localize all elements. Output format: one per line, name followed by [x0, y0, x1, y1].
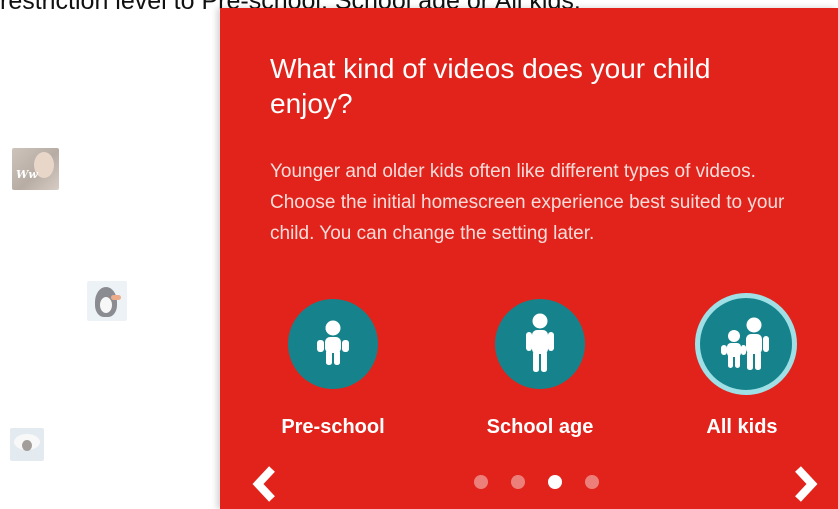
option-all-kids[interactable]: All kids: [663, 293, 833, 449]
pagination-dot[interactable]: [585, 475, 599, 489]
pagination-dots: [474, 475, 599, 489]
option-circle-selected: [695, 293, 797, 395]
background-video-thumbnail[interactable]: [10, 428, 44, 461]
pagination-dot-active[interactable]: [548, 475, 562, 489]
chevron-right-icon: [795, 466, 818, 502]
option-circle: [495, 299, 585, 389]
kids-group-icon: [721, 317, 769, 370]
card-description: Younger and older kids often like differ…: [270, 161, 785, 244]
background-video-thumbnail[interactable]: [87, 281, 127, 321]
sheep-head: [22, 440, 32, 451]
older-child-icon: [526, 313, 554, 372]
penguin-beak: [111, 295, 121, 300]
option-label: School age: [486, 416, 594, 438]
thumbnail-logo-text: Ww: [16, 168, 38, 181]
background-video-thumbnail[interactable]: Ww: [12, 148, 59, 190]
option-label: Pre-school: [281, 416, 385, 438]
pagination-dot[interactable]: [474, 475, 488, 489]
next-button[interactable]: [790, 464, 820, 504]
pagination-dot[interactable]: [511, 475, 525, 489]
child-icon: [317, 320, 349, 365]
previous-button[interactable]: [250, 464, 280, 504]
chevron-left-icon: [252, 466, 275, 502]
option-circle: [288, 299, 378, 389]
card-title: What kind of videos does your child enjo…: [270, 53, 711, 119]
onboarding-card: What kind of videos does your child enjo…: [220, 8, 838, 509]
option-pre-school[interactable]: Pre-school: [248, 299, 418, 449]
option-school-age[interactable]: School age: [455, 299, 625, 449]
penguin-belly: [100, 297, 112, 313]
option-label: All kids: [706, 416, 778, 438]
